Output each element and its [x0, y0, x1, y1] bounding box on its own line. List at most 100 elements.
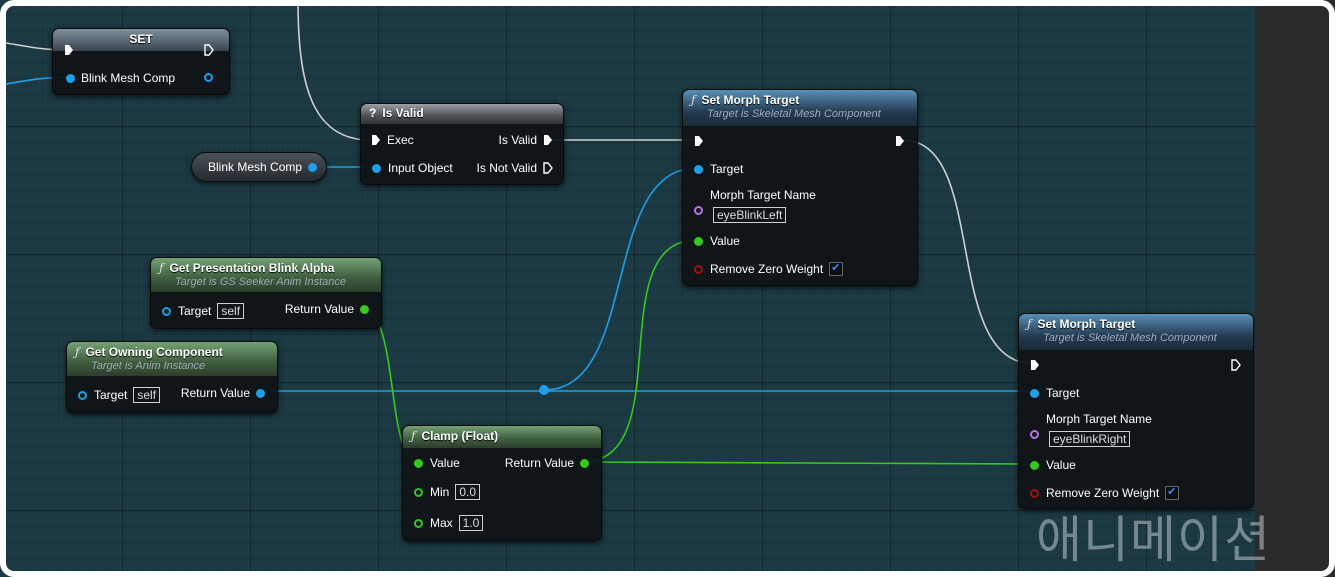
target-self-box[interactable]: self [133, 387, 161, 403]
set-blink-mesh-comp-in-pin[interactable]: Blink Mesh Comp [66, 71, 175, 85]
exec-arrow-icon [543, 162, 553, 174]
remove-zero-label: Remove Zero Weight [1046, 486, 1160, 500]
is-valid-node[interactable]: ? Is Valid Exec Is Valid Input Object Is … [360, 103, 564, 185]
owning-subtitle: Target is Anim Instance [91, 360, 206, 372]
exec-arrow-icon [1231, 359, 1241, 371]
clamp-value-pin[interactable]: Value [414, 456, 460, 470]
exec-arrow-icon [1031, 360, 1039, 370]
morph-left-remove-zero-pin[interactable]: Remove Zero Weight [694, 261, 844, 276]
exec-arrow-icon [896, 136, 904, 146]
is-not-valid-label: Is Not Valid [476, 161, 537, 175]
set-pin-label: Blink Mesh Comp [81, 71, 176, 85]
morph-left-value-pin[interactable]: Value [694, 234, 740, 248]
morph-right-title: Set Morph Target [1037, 317, 1136, 331]
float-pin-icon [414, 458, 423, 468]
set-exec-in-pin[interactable] [64, 44, 74, 56]
name-pin-icon [694, 205, 703, 215]
set-exec-out-pin[interactable] [204, 44, 214, 56]
is-valid-out-label: Is Valid [498, 133, 537, 147]
blink-var-label: Blink Mesh Comp [208, 160, 303, 174]
morph-right-exec-out-pin[interactable] [1231, 359, 1241, 371]
blueprint-graph-canvas[interactable]: SET Blink Mesh Comp ? Is Valid Exec Is Va… [0, 0, 1335, 577]
object-pin-icon[interactable] [308, 162, 318, 172]
input-object-label: Input Object [388, 161, 453, 175]
get-presentation-blink-alpha-node[interactable]: ƒ Get Presentation Blink Alpha Target is … [150, 257, 382, 329]
exec-arrow-icon [204, 44, 214, 56]
float-pin-icon [414, 487, 423, 497]
function-f-icon: ƒ [411, 429, 416, 443]
target-label: Target [178, 304, 212, 318]
morph-left-name-pin[interactable]: eyeBlinkLeft [694, 197, 787, 223]
morph-right-target-pin[interactable]: Target [1030, 386, 1079, 400]
owning-return-pin[interactable]: Return Value [181, 386, 265, 400]
max-label: Max [430, 516, 453, 530]
input-object-pin[interactable]: Input Object [372, 161, 453, 175]
blink-alpha-return-pin[interactable]: Return Value [285, 302, 369, 316]
value-label: Value [430, 456, 460, 470]
is-not-valid-out-pin[interactable]: Is Not Valid [477, 161, 553, 175]
target-label: Target [710, 162, 744, 176]
exec-wire-morph-left-to-right [901, 139, 1036, 365]
target-label: Target [1046, 386, 1080, 400]
clamp-max-pin[interactable]: Max 1.0 [414, 515, 484, 531]
object-wire-owning-to-left-target [543, 167, 698, 391]
is-valid-title: Is Valid [382, 106, 424, 120]
object-pin-icon [694, 164, 703, 174]
is-valid-header: ? Is Valid [361, 104, 563, 124]
exec-arrow-icon [544, 135, 552, 145]
is-valid-true-out-pin[interactable]: Is Valid [499, 133, 553, 147]
float-pin-icon [1030, 460, 1039, 470]
float-pin-icon [694, 236, 703, 246]
morph-right-value-pin[interactable]: Value [1030, 458, 1076, 472]
set-morph-target-node-right[interactable]: ƒ Set Morph Target Target is Skeletal Mes… [1018, 313, 1254, 509]
morph-left-header: ƒ Set Morph Target Target is Skeletal Mes… [683, 90, 917, 126]
set-variable-node[interactable]: SET Blink Mesh Comp [52, 28, 230, 95]
blink-alpha-title: Get Presentation Blink Alpha [169, 261, 335, 275]
blink-mesh-comp-variable[interactable]: Blink Mesh Comp [191, 152, 327, 182]
min-value-input[interactable]: 0.0 [455, 484, 481, 500]
clamp-return-pin[interactable]: Return Value [505, 456, 589, 470]
function-f-icon: ƒ [691, 93, 696, 107]
owning-header: ƒ Get Owning Component Target is Anim Ins… [67, 342, 277, 376]
morph-left-title: Set Morph Target [701, 93, 800, 107]
set-node-title: SET [129, 32, 153, 46]
blink-alpha-target-pin[interactable]: Target self [162, 303, 245, 319]
checkmark-icon[interactable] [829, 261, 844, 276]
name-pin-icon [1030, 429, 1039, 439]
owning-target-pin[interactable]: Target self [78, 387, 161, 403]
morph-name-input[interactable]: eyeBlinkLeft [713, 207, 787, 223]
morph-name-input[interactable]: eyeBlinkRight [1049, 431, 1131, 447]
is-valid-exec-in-pin[interactable]: Exec [371, 133, 414, 147]
morph-left-exec-in-pin[interactable] [694, 135, 704, 147]
clamp-float-node[interactable]: ƒ Clamp (Float) Value Return Value Min 0.… [402, 425, 602, 541]
morph-left-exec-out-pin[interactable] [895, 135, 905, 147]
checkmark-icon[interactable] [1165, 485, 1180, 500]
morph-right-exec-in-pin[interactable] [1030, 359, 1040, 371]
clamp-min-pin[interactable]: Min 0.0 [414, 484, 481, 500]
set-morph-target-node-left[interactable]: ƒ Set Morph Target Target is Skeletal Mes… [682, 89, 918, 286]
clamp-title: Clamp (Float) [421, 429, 499, 443]
morph-right-header: ƒ Set Morph Target Target is Skeletal Mes… [1019, 314, 1253, 350]
morph-right-remove-zero-pin[interactable]: Remove Zero Weight [1030, 485, 1180, 500]
object-pin-icon [66, 73, 75, 83]
float-wire-clamp-to-right-value [581, 461, 1035, 465]
float-pin-icon [360, 304, 369, 314]
return-value-label: Return Value [504, 456, 574, 470]
blink-alpha-header: ƒ Get Presentation Blink Alpha Target is … [151, 258, 381, 292]
target-self-box[interactable]: self [217, 303, 245, 319]
object-pin-icon [1030, 388, 1039, 398]
float-pin-icon [414, 518, 423, 528]
set-blink-mesh-comp-out-pin[interactable] [204, 73, 213, 82]
object-pin-icon [204, 73, 213, 82]
value-label: Value [1046, 458, 1076, 472]
exec-label: Exec [387, 133, 414, 147]
question-mark-icon: ? [369, 106, 377, 120]
float-pin-icon [580, 458, 589, 468]
return-value-label: Return Value [284, 302, 354, 316]
morph-left-target-pin[interactable]: Target [694, 162, 743, 176]
reroute-node [539, 385, 549, 395]
max-value-input[interactable]: 1.0 [458, 515, 484, 531]
get-owning-component-node[interactable]: ƒ Get Owning Component Target is Anim Ins… [66, 341, 278, 413]
morph-right-name-pin[interactable]: eyeBlinkRight [1030, 421, 1131, 447]
blink-alpha-subtitle: Target is GS Seeker Anim Instance [175, 276, 346, 288]
